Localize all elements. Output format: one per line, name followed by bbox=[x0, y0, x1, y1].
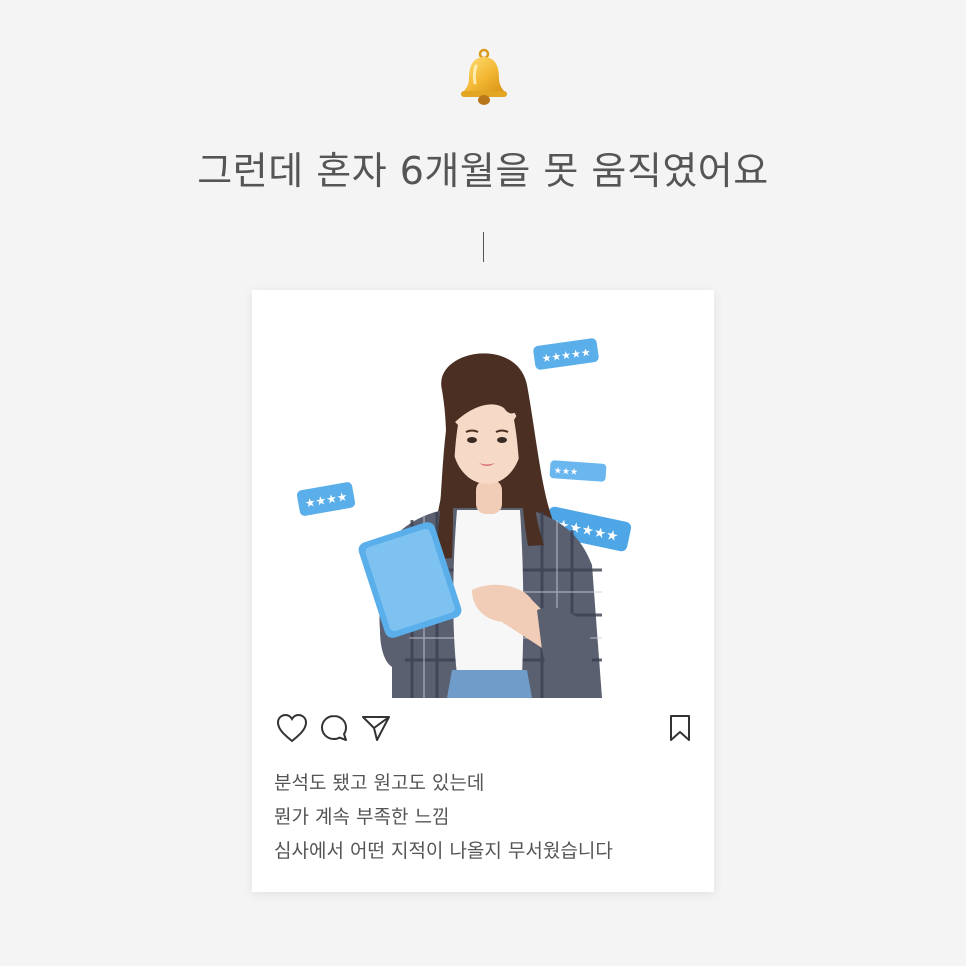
rating-badge-mid: ★★★ bbox=[549, 460, 607, 482]
caption-line: 뭔가 계속 부족한 느낌 bbox=[274, 806, 450, 828]
bell-icon bbox=[458, 48, 510, 106]
page-title: 그런데 혼자 6개월을 못 움직였어요 bbox=[197, 149, 769, 193]
svg-text:★★★: ★★★ bbox=[553, 466, 578, 478]
rating-badge-top: ★★★★★ bbox=[533, 338, 599, 370]
comment-icon[interactable] bbox=[316, 710, 352, 746]
caption-line: 분석도 됐고 원고도 있는데 bbox=[274, 772, 485, 794]
page: 그런데 혼자 6개월을 못 움직였어요 ★★★★★ ★★★ ★★★★ ★★★★★… bbox=[0, 0, 966, 966]
post-image: ★★★★★ ★★★ ★★★★ ★★★★★ bbox=[292, 330, 682, 698]
send-icon[interactable] bbox=[358, 710, 394, 746]
bookmark-icon[interactable] bbox=[662, 710, 698, 746]
caption-line: 심사에서 어떤 지적이 나올지 무서웠습니다 bbox=[274, 840, 613, 862]
post-actions bbox=[274, 710, 694, 746]
rating-badge-left: ★★★★ bbox=[296, 482, 356, 516]
post-caption: 분석도 됐고 원고도 있는데 뭔가 계속 부족한 느낌 심사에서 어떤 지적이 … bbox=[274, 766, 694, 868]
post-card: ★★★★★ ★★★ ★★★★ ★★★★★ 분석도 됐고 원고도 있는데 뭔가 계… bbox=[252, 290, 714, 892]
divider bbox=[483, 232, 484, 262]
heart-icon[interactable] bbox=[274, 710, 310, 746]
